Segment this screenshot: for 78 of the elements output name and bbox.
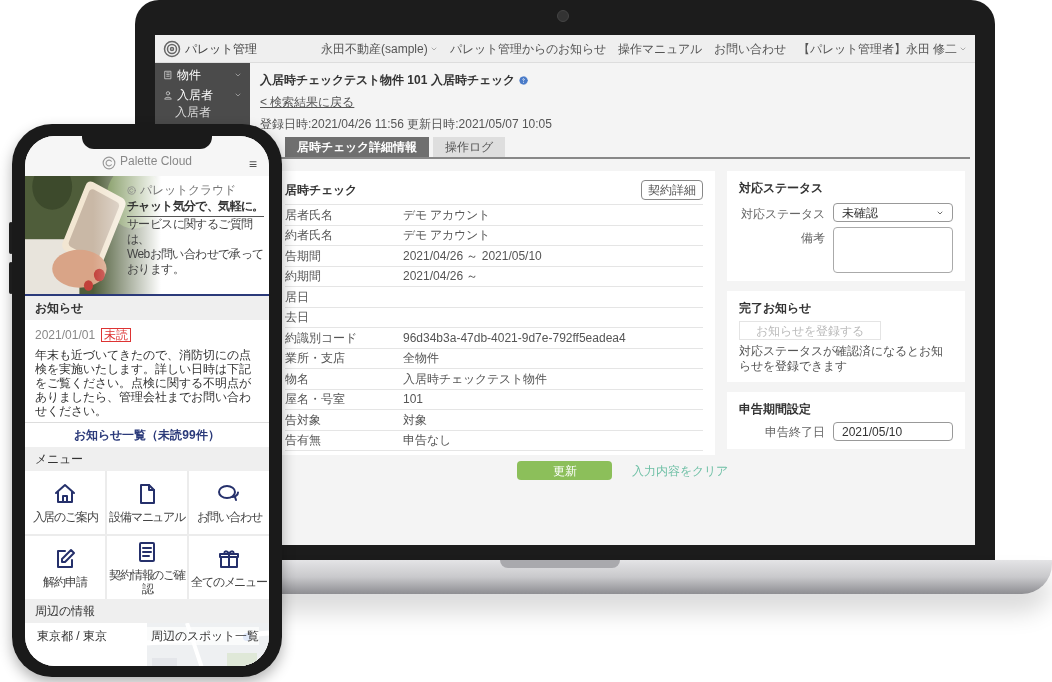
header-nav-link[interactable]: パレット管理からのお知らせ	[449, 39, 606, 58]
menu-tile[interactable]: 解約申請	[25, 536, 105, 599]
field-value: 96d34b3a-47db-4021-9d7e-792ff5eadea4	[403, 329, 626, 347]
field-value: デモ アカウント	[403, 206, 491, 224]
hero-text: Webお問い合わせで承っております。	[127, 247, 265, 277]
menu-tile[interactable]: 入居のご案内	[25, 471, 105, 534]
field-label: 対応ステータス	[740, 206, 825, 223]
hint-text: 対応ステータスが確認済になるとお知らせを登録できます	[739, 344, 944, 374]
logo-icon	[101, 156, 116, 170]
building-icon	[163, 70, 173, 80]
section-header: お知らせ	[25, 296, 269, 320]
field-label: 物名	[285, 370, 310, 388]
contract-detail-button[interactable]: 契約詳細	[641, 179, 703, 200]
field-label: 約期間	[285, 268, 322, 286]
header-nav-link[interactable]: 【パレット管理者】永田 修二	[797, 39, 967, 58]
hero-headline: チャット気分で、気軽に。	[127, 199, 264, 217]
app-logo-text: パレット管理	[185, 40, 257, 58]
header-nav-link[interactable]: 永田不動産(sample)	[320, 39, 438, 58]
location-text: 東京都 / 東京	[37, 628, 108, 645]
tab[interactable]: 居時チェック詳細情報	[285, 137, 429, 157]
card-title: 完了お知らせ	[739, 300, 812, 317]
unread-badge: 未読	[101, 328, 132, 342]
notice-date: 2021/01/01	[35, 327, 96, 344]
logo-icon	[163, 39, 181, 58]
timestamps: 登録日時:2021/04/26 11:56 更新日時:2021/05/07 10:05	[259, 116, 553, 133]
field-label: 居者氏名	[285, 206, 334, 224]
section-header: メニュー	[25, 447, 269, 471]
person-icon	[163, 90, 173, 100]
help-icon	[518, 75, 528, 85]
header-nav-link[interactable]: お問い合わせ	[713, 39, 786, 58]
tab[interactable]: 操作ログ	[433, 137, 505, 157]
card-title: 対応ステータス	[739, 180, 824, 197]
card-title: 居時チェック	[285, 181, 357, 199]
field-label: 去日	[285, 309, 310, 327]
field-value: 101	[403, 391, 424, 409]
status-select[interactable]: 未確認	[833, 203, 953, 222]
sidebar-item[interactable]: 入居者	[155, 85, 250, 105]
field-value: 入居時チェックテスト物件	[403, 370, 547, 388]
house-icon	[53, 481, 77, 506]
logo-icon	[127, 185, 136, 195]
menu-tile[interactable]: 全てのメニュー	[189, 536, 269, 599]
brand-text: パレットクラウド	[140, 182, 236, 199]
field-label: 居日	[285, 288, 310, 306]
menu-tile[interactable]: お問い合わせ	[189, 471, 269, 534]
menu-icon[interactable]: ≡	[248, 157, 257, 171]
menu-tile[interactable]: 契約情報のご確認	[107, 536, 187, 599]
back-link[interactable]: < 検索結果に戻る	[260, 93, 355, 111]
sidebar-item[interactable]: 物件	[155, 65, 250, 85]
phone-logo-text: Palette Cloud	[119, 153, 192, 170]
field-value: 全物件	[403, 350, 439, 368]
field-label: 申告終了日	[764, 423, 825, 441]
menu-tile[interactable]: 設備マニュアル	[107, 471, 187, 534]
field-label: 業所・支店	[285, 350, 346, 368]
field-label: 告期間	[285, 247, 322, 265]
chevron-down-icon	[234, 71, 242, 79]
field-label: 約識別コード	[285, 329, 358, 347]
field-value: 2021/04/26 ～ 2021/05/10	[403, 247, 542, 265]
nearby-spots-link[interactable]: 周辺のスポット一覧	[147, 627, 259, 645]
header-nav-link[interactable]: 操作マニュアル	[617, 39, 702, 58]
hero-text: サービスに関するご質問は、	[127, 217, 254, 247]
notices-list-link[interactable]: お知らせ一覧（未読99件）	[25, 423, 269, 447]
page-title: 入居時チェックテスト物件 101 入居時チェック	[260, 72, 515, 89]
date-field[interactable]: 2021/05/10	[833, 422, 953, 441]
field-value: 2021/04/26 ～	[403, 268, 479, 286]
sidebar-subitem[interactable]: 入居者	[175, 105, 211, 120]
notice-text: 年末も近づいてきたので、消防切にの点検を実施いたします。詳しい日時は下記をご覧ください。点検に関する不明点がありましたら、管理会社までお問い合わせください。	[35, 348, 252, 418]
chevron-down-icon	[234, 91, 242, 99]
field-label: 屋名・号室	[285, 391, 346, 409]
field-label: 告有無	[285, 432, 322, 450]
field-label: 約者氏名	[285, 227, 334, 245]
field-value: 申告なし	[403, 432, 451, 450]
card-title: 申告期間設定	[739, 401, 812, 418]
field-value: デモ アカウント	[403, 227, 491, 245]
note-textarea[interactable]	[833, 227, 953, 273]
field-label: 告対象	[285, 411, 322, 429]
section-header: 周辺の情報	[25, 599, 269, 623]
field-value: 対象	[403, 411, 427, 429]
field-label: 備考	[800, 230, 825, 247]
